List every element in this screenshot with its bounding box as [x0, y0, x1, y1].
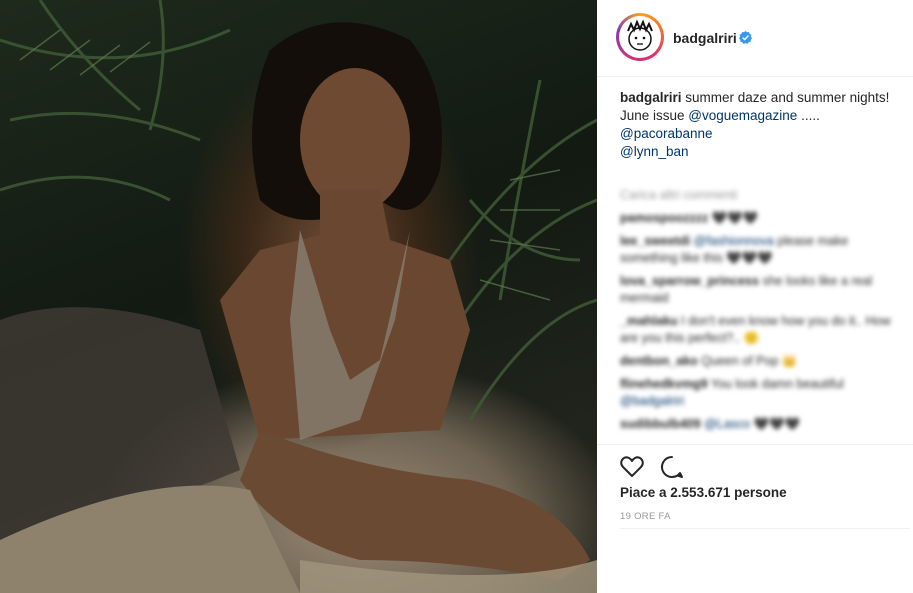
avatar-image	[619, 16, 661, 58]
comment-item: sudibbulb409 @Lasco 🖤🖤🖤	[620, 416, 895, 433]
caption-text: summer daze and summer nights!	[685, 90, 890, 105]
verified-badge-icon	[739, 31, 752, 44]
photo-illustration	[0, 0, 597, 593]
divider	[620, 528, 910, 529]
comment-item: pamospoozzzz 🖤🖤🖤	[620, 210, 895, 227]
comment-username[interactable]: _mahlaku	[620, 314, 678, 328]
post-photo[interactable]	[0, 0, 597, 593]
comment-bubble-icon[interactable]	[659, 454, 685, 480]
comment-username[interactable]: lova_sparrow_princess	[620, 274, 759, 288]
author-username[interactable]: badgalriri	[673, 30, 737, 46]
heart-icon[interactable]	[619, 454, 645, 480]
likes-count[interactable]: Piace a 2.553.671 persone	[620, 485, 787, 500]
comment-text: 🖤🖤🖤	[753, 417, 801, 431]
mention-lynn-ban[interactable]: @lynn_ban	[620, 144, 689, 159]
comment-username[interactable]: pamospoozzzz	[620, 211, 708, 225]
comment-username[interactable]: sudibbulb409	[620, 417, 701, 431]
comment-mention[interactable]: @badgalriri	[620, 394, 684, 408]
post-timestamp: 19 ORE FA	[620, 511, 671, 522]
post-caption: badgalriri summer daze and summer nights…	[620, 89, 890, 161]
comment-username[interactable]: lee_sweetdi	[620, 234, 690, 248]
mention-pacorabanne[interactable]: @pacorabanne	[620, 126, 713, 141]
comment-mention[interactable]: @fashionnova	[694, 234, 774, 248]
comment-username[interactable]: flinehedkvmg9	[620, 377, 708, 391]
comment-item: _mahlaku I don't even know how you do it…	[620, 313, 895, 347]
comment-username[interactable]: dentbon_ako	[620, 354, 698, 368]
comment-item: flinehedkvmg9 You look damn beautiful @b…	[620, 376, 895, 410]
comment-text: Queen of Pop 👑	[701, 354, 798, 368]
comment-mention[interactable]: @Lasco	[704, 417, 750, 431]
caption-ellipsis: .....	[797, 108, 820, 123]
comment-item: dentbon_ako Queen of Pop 👑	[620, 353, 895, 370]
comment-item: lova_sparrow_princess she looks like a r…	[620, 273, 895, 307]
comment-text: 🖤🖤🖤	[711, 211, 759, 225]
load-more-comments[interactable]: Carica altri commenti	[620, 188, 895, 202]
comment-item: lee_sweetdi @fashionnova please make som…	[620, 233, 895, 267]
caption-line2: June issue	[620, 108, 689, 123]
caption-author[interactable]: badgalriri	[620, 90, 682, 105]
post-header: badgalriri	[597, 0, 913, 77]
action-bar	[597, 444, 913, 485]
comments-list: Carica altri commenti pamospoozzzz 🖤🖤🖤 l…	[620, 188, 895, 438]
post-sidebar: badgalriri badgalriri summer daze and su…	[597, 0, 913, 593]
cartoon-face-icon	[627, 19, 653, 51]
comment-text: You look damn beautiful	[710, 377, 844, 391]
mention-voguemagazine[interactable]: @voguemagazine	[688, 108, 797, 123]
avatar[interactable]	[616, 13, 664, 61]
